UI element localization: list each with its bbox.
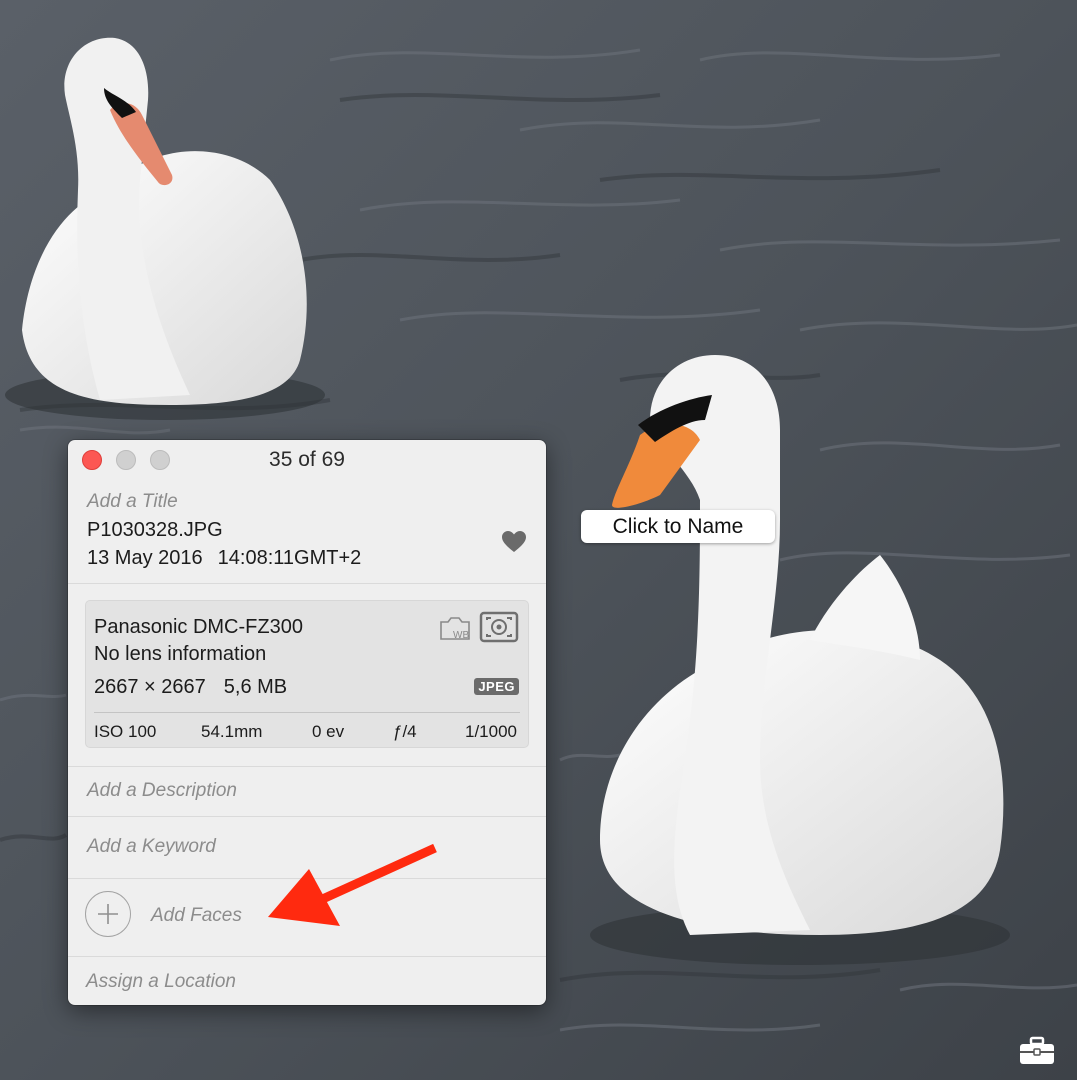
exposure-comp-value: 0 ev [312,722,345,741]
description-field[interactable]: Add a Description [87,780,546,802]
pixel-dimensions: 2667 × 2667 [94,676,206,698]
shutter-speed-value: 1/1000 [465,722,517,741]
capture-date: 13 May 2016 [87,547,203,569]
title-field[interactable]: Add a Title [87,491,178,513]
exif-divider [94,712,520,713]
aperture-value: ƒ/4 [393,722,417,741]
format-badge: JPEG [474,678,519,695]
toolbox-icon[interactable] [1018,1036,1056,1066]
divider [68,766,546,767]
click-to-name-tag[interactable]: Click to Name [581,510,775,543]
plus-icon [98,904,118,924]
svg-text:WB: WB [453,630,469,641]
add-faces-button[interactable] [85,891,131,937]
panel-titlebar: 35 of 69 [68,440,546,480]
lens-info: No lens information [94,643,267,665]
divider [68,956,546,957]
metering-icon [479,611,519,643]
divider [68,816,546,817]
exif-info-box: Panasonic DMC-FZ300 No lens information … [85,600,529,748]
image-dimensions: 2667 × 2667 5,6 MB [94,676,287,699]
heart-icon[interactable] [501,530,527,554]
camera-model: Panasonic DMC-FZ300 [94,616,303,638]
filename: P1030328.JPG [87,519,223,541]
iso-value: ISO 100 [94,722,157,741]
capture-datetime: 13 May 2016 14:08:11GMT+2 [87,547,361,570]
capture-time: 14:08:11GMT+2 [217,547,362,569]
file-size: 5,6 MB [223,676,288,698]
photo-header-section: Add a Title P1030328.JPG 13 May 2016 14:0… [68,480,546,584]
exif-values-row: ISO 100 54.1mm 0 ev ƒ/4 1/1000 [94,722,520,742]
arrow-annotation [268,843,437,926]
photo-counter: 35 of 69 [269,448,345,471]
white-balance-icon: WB [440,617,470,641]
focal-length-value: 54.1mm [201,722,263,741]
location-field[interactable]: Assign a Location [86,971,546,993]
